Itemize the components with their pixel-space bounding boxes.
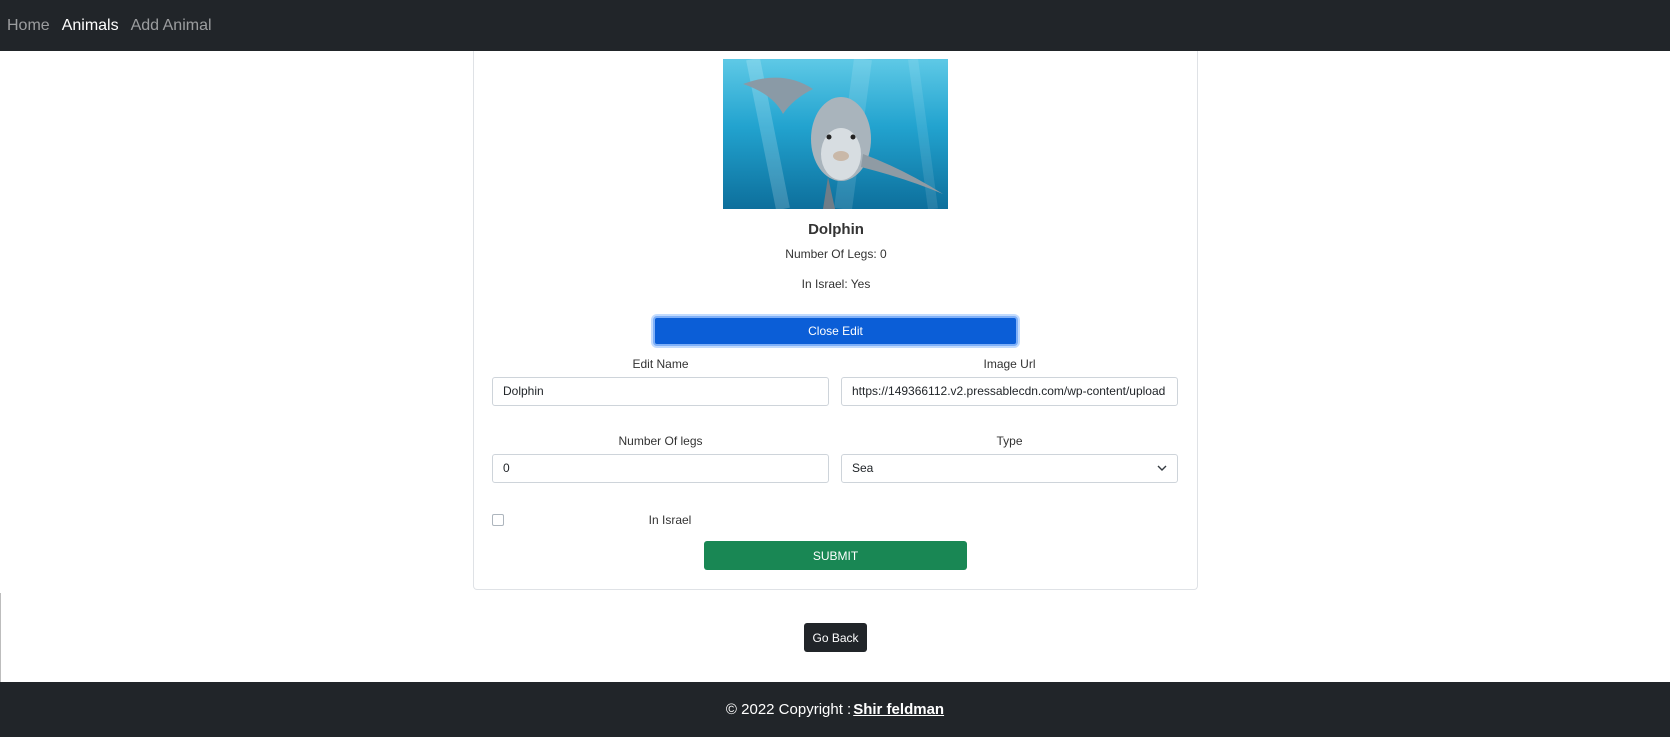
- chevron-down-icon: [1157, 465, 1167, 471]
- number-of-legs-input[interactable]: 0: [492, 454, 829, 483]
- footer-copyright: © 2022 Copyright :: [725, 701, 852, 718]
- nav-link-home[interactable]: Home: [7, 17, 50, 35]
- in-israel-checkbox[interactable]: [492, 514, 504, 526]
- edit-name-input[interactable]: Dolphin: [492, 377, 829, 406]
- edit-name-label: Edit Name: [632, 357, 689, 371]
- footer-author-link[interactable]: Shir feldman: [853, 701, 944, 718]
- type-select-value: Sea: [852, 461, 874, 475]
- dolphin-illustration: [743, 59, 943, 209]
- go-back-button[interactable]: Go Back: [804, 623, 867, 652]
- image-url-input[interactable]: https://149366112.v2.pressablecdn.com/wp…: [841, 377, 1178, 406]
- top-navbar: Home Animals Add Animal: [0, 0, 1670, 51]
- nav-link-add-animal[interactable]: Add Animal: [131, 17, 212, 35]
- animal-legs-info: Number Of Legs: 0: [785, 247, 887, 261]
- type-select[interactable]: Sea: [841, 454, 1178, 483]
- animal-name: Dolphin: [808, 221, 864, 238]
- number-of-legs-label: Number Of legs: [618, 434, 703, 448]
- nav-link-animals[interactable]: Animals: [62, 17, 119, 35]
- submit-button[interactable]: SUBMIT: [704, 541, 967, 570]
- in-israel-label: In Israel: [648, 513, 692, 527]
- close-edit-button[interactable]: Close Edit: [653, 316, 1018, 346]
- image-url-label: Image Url: [983, 357, 1036, 371]
- page-edge-divider: [0, 593, 1, 683]
- animal-image: [723, 59, 948, 209]
- animal-israel-info: In Israel: Yes: [801, 277, 871, 291]
- type-label: Type: [996, 434, 1023, 448]
- footer: © 2022 Copyright : Shir feldman: [0, 682, 1670, 737]
